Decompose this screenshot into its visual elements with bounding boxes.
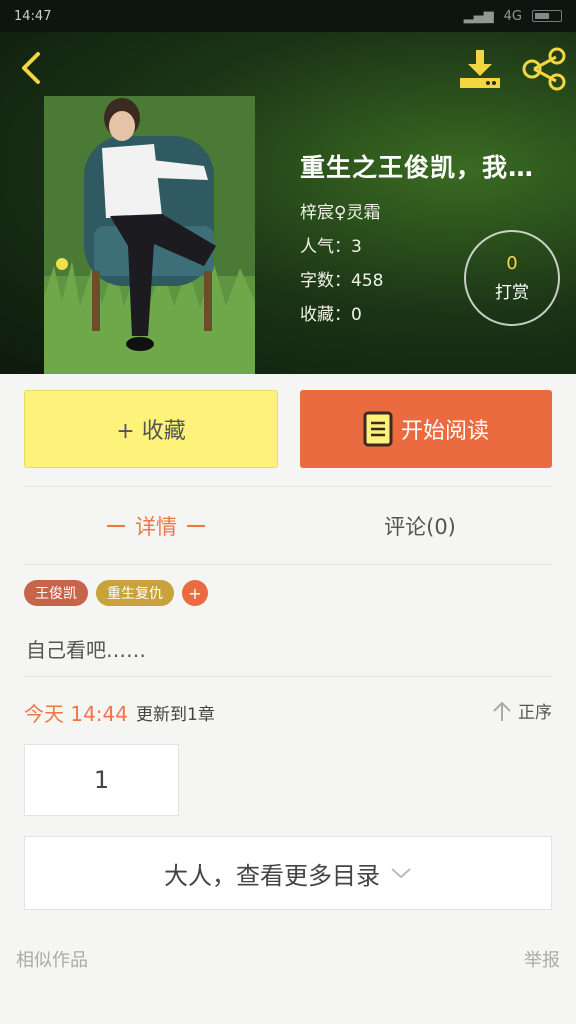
back-button[interactable] xyxy=(14,48,48,88)
book-title: 重生之王俊凯，我… xyxy=(300,153,535,182)
network-label: 4G xyxy=(503,8,522,24)
view-more-catalog-label: 大人，查看更多目录 xyxy=(164,861,380,890)
favorite-button[interactable]: + 收藏 xyxy=(24,390,278,468)
similar-works-label: 相似作品 xyxy=(16,950,88,971)
reward-count: 0 xyxy=(506,253,518,274)
favorite-label: + 收藏 xyxy=(116,419,186,444)
add-tag-button[interactable]: + xyxy=(182,580,208,606)
chevron-left-icon xyxy=(22,52,40,84)
update-time: 今天 14:44 xyxy=(24,701,128,726)
sort-order-label: 正序 xyxy=(518,703,552,723)
chevron-down-icon xyxy=(391,868,411,879)
cover-illustration xyxy=(44,96,255,374)
book-description: 自己看吧…… xyxy=(26,638,146,662)
action-buttons: + 收藏 开始阅读 xyxy=(24,390,552,468)
share-icon xyxy=(522,47,566,91)
update-info: 今天 14:44 更新到1章 正序 xyxy=(24,694,552,730)
tab-comments[interactable]: 评论(0) xyxy=(288,488,552,564)
sort-order-button[interactable]: 正序 xyxy=(492,698,552,723)
tag-item[interactable]: 重生复仇 xyxy=(96,580,174,606)
divider xyxy=(24,486,552,487)
book-author[interactable]: 梓宸♀灵霜 xyxy=(300,198,380,223)
tab-comments-label: 评论(0) xyxy=(384,515,456,539)
status-bar: 14:47 ▂▄▆ 4G xyxy=(0,0,576,32)
book-word-count: 字数：458 xyxy=(300,271,384,291)
update-text: 更新到1章 xyxy=(136,704,215,725)
share-button[interactable] xyxy=(520,46,568,92)
chapter-number: 1 xyxy=(93,766,110,794)
divider xyxy=(24,564,552,565)
detail-tabs: 详情 评论(0) xyxy=(24,488,552,564)
divider xyxy=(24,676,552,677)
start-reading-label: 开始阅读 xyxy=(400,419,489,444)
book-cover-image xyxy=(44,96,255,374)
chapter-item[interactable]: 1 xyxy=(24,744,179,816)
tag-item[interactable]: 王俊凯 xyxy=(24,580,88,606)
status-icons: ▂▄▆ 4G xyxy=(464,9,562,24)
reward-label: 打赏 xyxy=(495,283,529,303)
tab-detail-label: 详情 xyxy=(135,515,177,539)
book-header: 重生之王俊凯，我… 梓宸♀灵霜 人气：3 字数：458 收藏：0 0 打赏 xyxy=(0,32,576,374)
tag-list: 王俊凯 重生复仇 + xyxy=(24,580,208,606)
report-button[interactable]: 举报 xyxy=(524,946,560,972)
view-more-catalog-button[interactable]: 大人，查看更多目录 xyxy=(24,836,552,910)
start-reading-button[interactable]: 开始阅读 xyxy=(300,390,552,468)
status-time: 14:47 xyxy=(14,8,52,24)
download-button[interactable] xyxy=(456,46,504,92)
book-favorites: 收藏：0 xyxy=(300,305,362,325)
download-icon xyxy=(460,50,500,88)
signal-icon: ▂▄▆ xyxy=(463,8,494,24)
tab-detail[interactable]: 详情 xyxy=(24,488,288,564)
battery-icon xyxy=(532,10,562,22)
book-icon xyxy=(363,411,393,447)
reward-button[interactable]: 0 打赏 xyxy=(464,230,560,326)
book-popularity: 人气：3 xyxy=(300,237,362,257)
arrow-up-icon xyxy=(493,701,511,721)
